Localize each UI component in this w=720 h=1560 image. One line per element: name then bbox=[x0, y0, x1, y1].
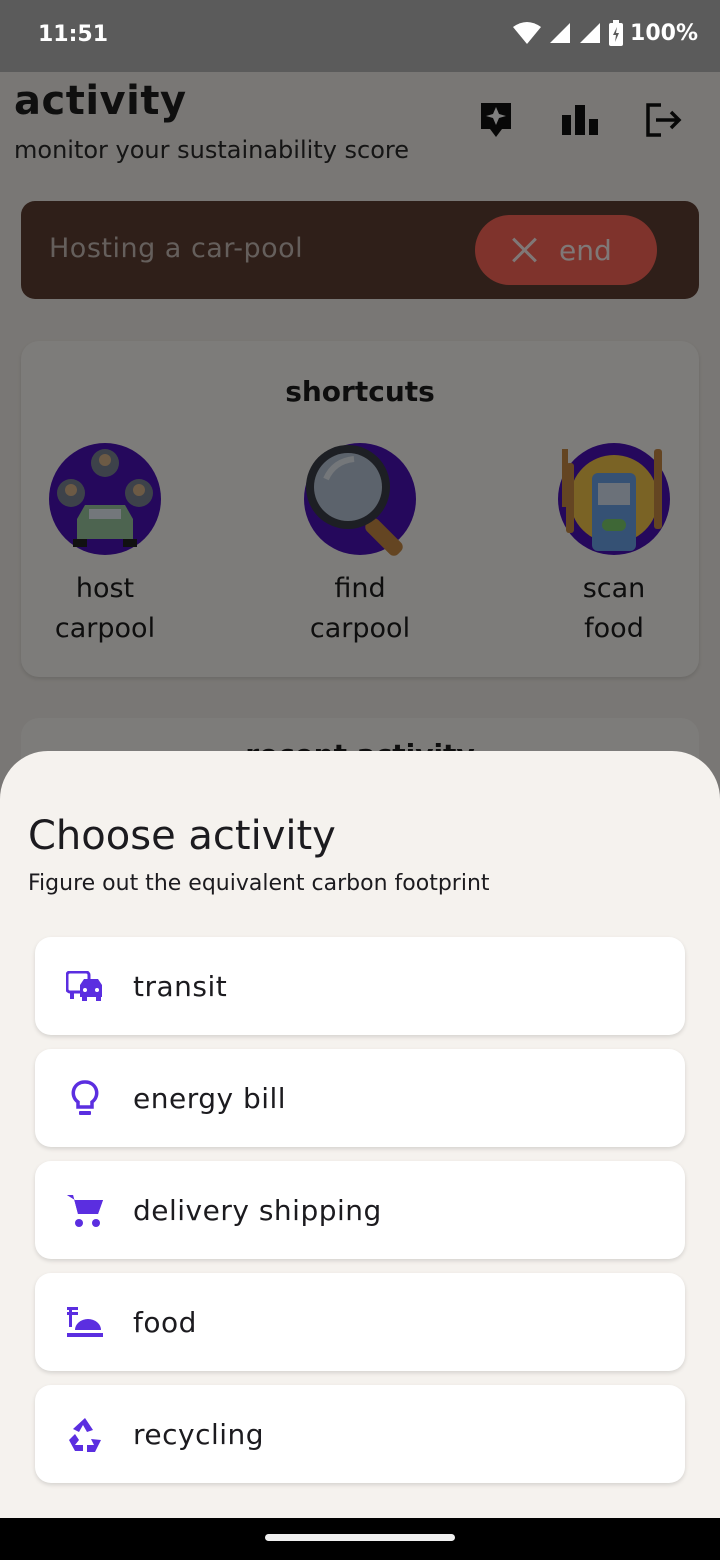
signal-icon bbox=[550, 23, 571, 43]
option-label: energy bill bbox=[133, 1081, 287, 1115]
option-label: food bbox=[133, 1305, 197, 1339]
option-delivery-shipping[interactable]: delivery shipping bbox=[35, 1161, 685, 1259]
option-transit[interactable]: transit bbox=[35, 937, 685, 1035]
transit-icon bbox=[63, 964, 107, 1008]
lightbulb-icon bbox=[63, 1076, 107, 1120]
wifi-icon bbox=[513, 22, 542, 44]
system-nav-bar bbox=[0, 1518, 720, 1560]
status-time: 11:51 bbox=[38, 22, 109, 47]
recycling-icon bbox=[63, 1412, 107, 1456]
signal-icon-2 bbox=[580, 23, 601, 43]
option-energy-bill[interactable]: energy bill bbox=[35, 1049, 685, 1147]
option-label: transit bbox=[133, 969, 228, 1003]
battery-percent: 100% bbox=[630, 20, 698, 46]
option-recycling[interactable]: recycling bbox=[35, 1385, 685, 1483]
option-label: recycling bbox=[133, 1417, 265, 1451]
cart-icon bbox=[63, 1188, 107, 1232]
sheet-title: Choose activity bbox=[28, 813, 336, 859]
choose-activity-sheet: Choose activity Figure out the equivalen… bbox=[0, 751, 720, 1518]
sheet-subtitle: Figure out the equivalent carbon footpri… bbox=[28, 871, 490, 896]
option-food[interactable]: food bbox=[35, 1273, 685, 1371]
option-label: delivery shipping bbox=[133, 1193, 382, 1227]
home-gesture-handle[interactable] bbox=[265, 1534, 455, 1541]
status-bar: 11:51 100% bbox=[0, 0, 720, 72]
food-icon bbox=[63, 1300, 107, 1344]
battery-icon bbox=[609, 20, 624, 46]
